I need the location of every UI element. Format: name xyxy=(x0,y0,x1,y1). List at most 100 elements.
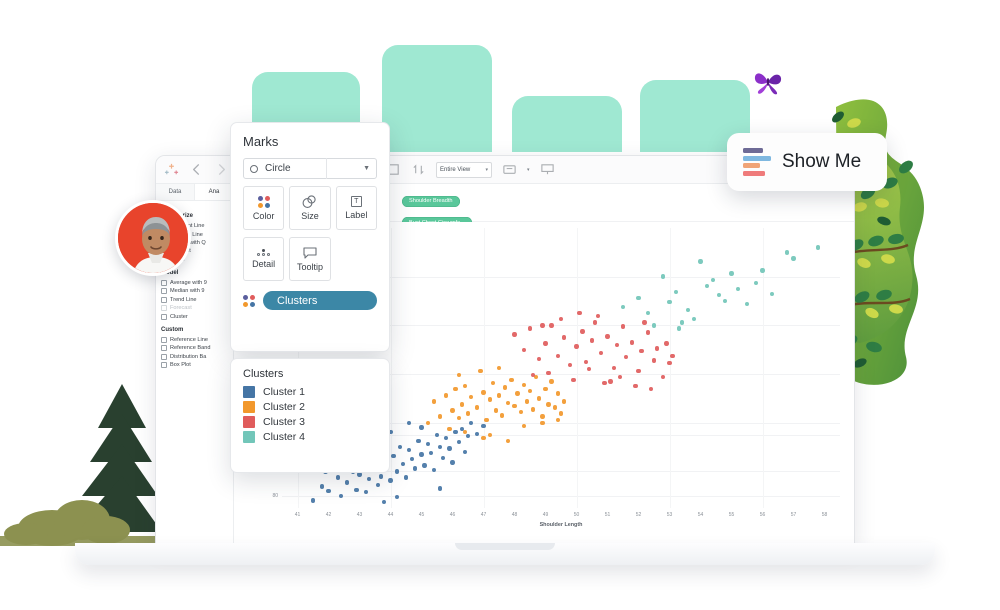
scatter-point[interactable] xyxy=(630,340,635,345)
presentation-icon[interactable] xyxy=(540,162,555,177)
clusters-field-pill[interactable]: Clusters xyxy=(263,291,377,310)
scatter-point[interactable] xyxy=(363,489,368,495)
scatter-point[interactable] xyxy=(521,423,526,429)
scatter-point[interactable] xyxy=(406,420,412,425)
scatter-point[interactable] xyxy=(397,444,402,450)
scatter-point[interactable] xyxy=(456,373,461,378)
analytics-item-trend-line[interactable]: Trend Line xyxy=(161,296,228,304)
scatter-point[interactable] xyxy=(543,341,548,346)
legend-item[interactable]: Cluster 4 xyxy=(243,431,377,443)
scatter-point[interactable] xyxy=(465,433,471,439)
chevron-down-icon[interactable]: ▼ xyxy=(363,165,370,172)
scatter-point[interactable] xyxy=(769,291,774,296)
scatter-point[interactable] xyxy=(475,405,480,410)
scatter-point[interactable] xyxy=(540,323,545,328)
back-arrow-icon[interactable] xyxy=(189,162,204,177)
show-me-button[interactable]: Show Me xyxy=(727,133,887,191)
scatter-point[interactable] xyxy=(648,387,654,392)
scatter-point[interactable] xyxy=(602,381,607,386)
scatter-point[interactable] xyxy=(391,454,396,459)
scatter-point[interactable] xyxy=(515,391,520,396)
scatter-point[interactable] xyxy=(583,359,588,365)
scatter-point[interactable] xyxy=(422,463,427,468)
scatter-point[interactable] xyxy=(537,356,542,362)
scatter-point[interactable] xyxy=(434,432,440,438)
marks-clusters-row[interactable]: Clusters xyxy=(243,291,377,310)
scatter-point[interactable] xyxy=(462,429,468,435)
scatter-point[interactable] xyxy=(447,426,452,432)
scatter-point[interactable] xyxy=(425,420,430,425)
scatter-point[interactable] xyxy=(596,314,601,319)
scatter-point[interactable] xyxy=(754,280,759,285)
scatter-point[interactable] xyxy=(437,414,443,419)
scatter-point[interactable] xyxy=(639,348,644,354)
scatter-point[interactable] xyxy=(608,379,613,384)
scatter-point[interactable] xyxy=(506,401,511,406)
scatter-point[interactable] xyxy=(645,311,650,316)
legend-item[interactable]: Cluster 1 xyxy=(243,386,377,398)
marks-size-button[interactable]: Size xyxy=(289,186,331,230)
scatter-point[interactable] xyxy=(493,408,499,413)
scatter-point[interactable] xyxy=(667,360,672,366)
scatter-point[interactable] xyxy=(465,411,471,416)
scatter-point[interactable] xyxy=(670,353,675,359)
scatter-point[interactable] xyxy=(310,498,316,503)
fit-view-select[interactable]: Entire View ▾ xyxy=(436,161,493,178)
scatter-point[interactable] xyxy=(437,486,443,491)
scatter-point[interactable] xyxy=(654,346,660,351)
scatter-point[interactable] xyxy=(406,447,412,453)
scatter-point[interactable] xyxy=(760,268,765,273)
scatter-point[interactable] xyxy=(394,494,399,500)
scatter-point[interactable] xyxy=(558,317,564,322)
sort-icon[interactable] xyxy=(411,162,426,177)
tableau-logo-icon[interactable] xyxy=(164,162,179,177)
scatter-point[interactable] xyxy=(326,488,331,494)
scatter-point[interactable] xyxy=(636,368,641,374)
analytics-item-reference-line[interactable]: Reference Line xyxy=(161,336,228,344)
marks-tooltip-button[interactable]: Tooltip xyxy=(289,237,331,281)
scatter-point[interactable] xyxy=(661,374,666,380)
scatter-point[interactable] xyxy=(447,446,452,451)
marks-card[interactable]: Marks Circle ▼ Color Size T Label Detail… xyxy=(230,122,390,352)
scatter-point[interactable] xyxy=(437,444,443,450)
scatter-point[interactable] xyxy=(450,408,455,413)
tab-analytics[interactable]: Ana xyxy=(195,184,234,200)
scatter-point[interactable] xyxy=(636,295,641,301)
scatter-point[interactable] xyxy=(664,341,669,346)
scatter-point[interactable] xyxy=(679,320,685,325)
scatter-point[interactable] xyxy=(561,399,567,404)
scatter-point[interactable] xyxy=(651,323,657,328)
scatter-point[interactable] xyxy=(394,469,399,474)
scatter-point[interactable] xyxy=(540,414,545,419)
scatter-point[interactable] xyxy=(413,466,418,471)
highlight-icon[interactable] xyxy=(502,162,517,177)
scatter-point[interactable] xyxy=(428,451,433,456)
scatter-point[interactable] xyxy=(599,350,604,355)
mark-type-select[interactable]: Circle ▼ xyxy=(243,158,377,179)
analytics-item-reference-band[interactable]: Reference Band xyxy=(161,344,228,352)
scatter-point[interactable] xyxy=(468,420,474,425)
scatter-point[interactable] xyxy=(716,292,722,298)
scatter-point[interactable] xyxy=(676,326,681,331)
scatter-point[interactable] xyxy=(530,407,536,412)
scatter-point[interactable] xyxy=(450,460,455,465)
scatter-point[interactable] xyxy=(586,367,592,372)
scatter-point[interactable] xyxy=(685,307,691,313)
highlight-caret-icon[interactable]: ▾ xyxy=(527,167,530,173)
scatter-point[interactable] xyxy=(704,283,709,289)
scatter-point[interactable] xyxy=(791,256,796,261)
scatter-point[interactable] xyxy=(431,399,437,404)
scatter-point[interactable] xyxy=(698,259,703,264)
scatter-point[interactable] xyxy=(512,332,517,337)
scatter-point[interactable] xyxy=(620,304,626,310)
scatter-point[interactable] xyxy=(462,384,468,389)
scatter-point[interactable] xyxy=(444,393,449,398)
scatter-point[interactable] xyxy=(481,390,486,395)
scatter-point[interactable] xyxy=(366,476,371,481)
scatter-point[interactable] xyxy=(481,435,486,441)
scatter-point[interactable] xyxy=(614,342,619,348)
scatter-point[interactable] xyxy=(481,423,486,429)
scatter-point[interactable] xyxy=(645,330,650,335)
scatter-point[interactable] xyxy=(558,411,564,416)
scatter-point[interactable] xyxy=(561,335,567,340)
